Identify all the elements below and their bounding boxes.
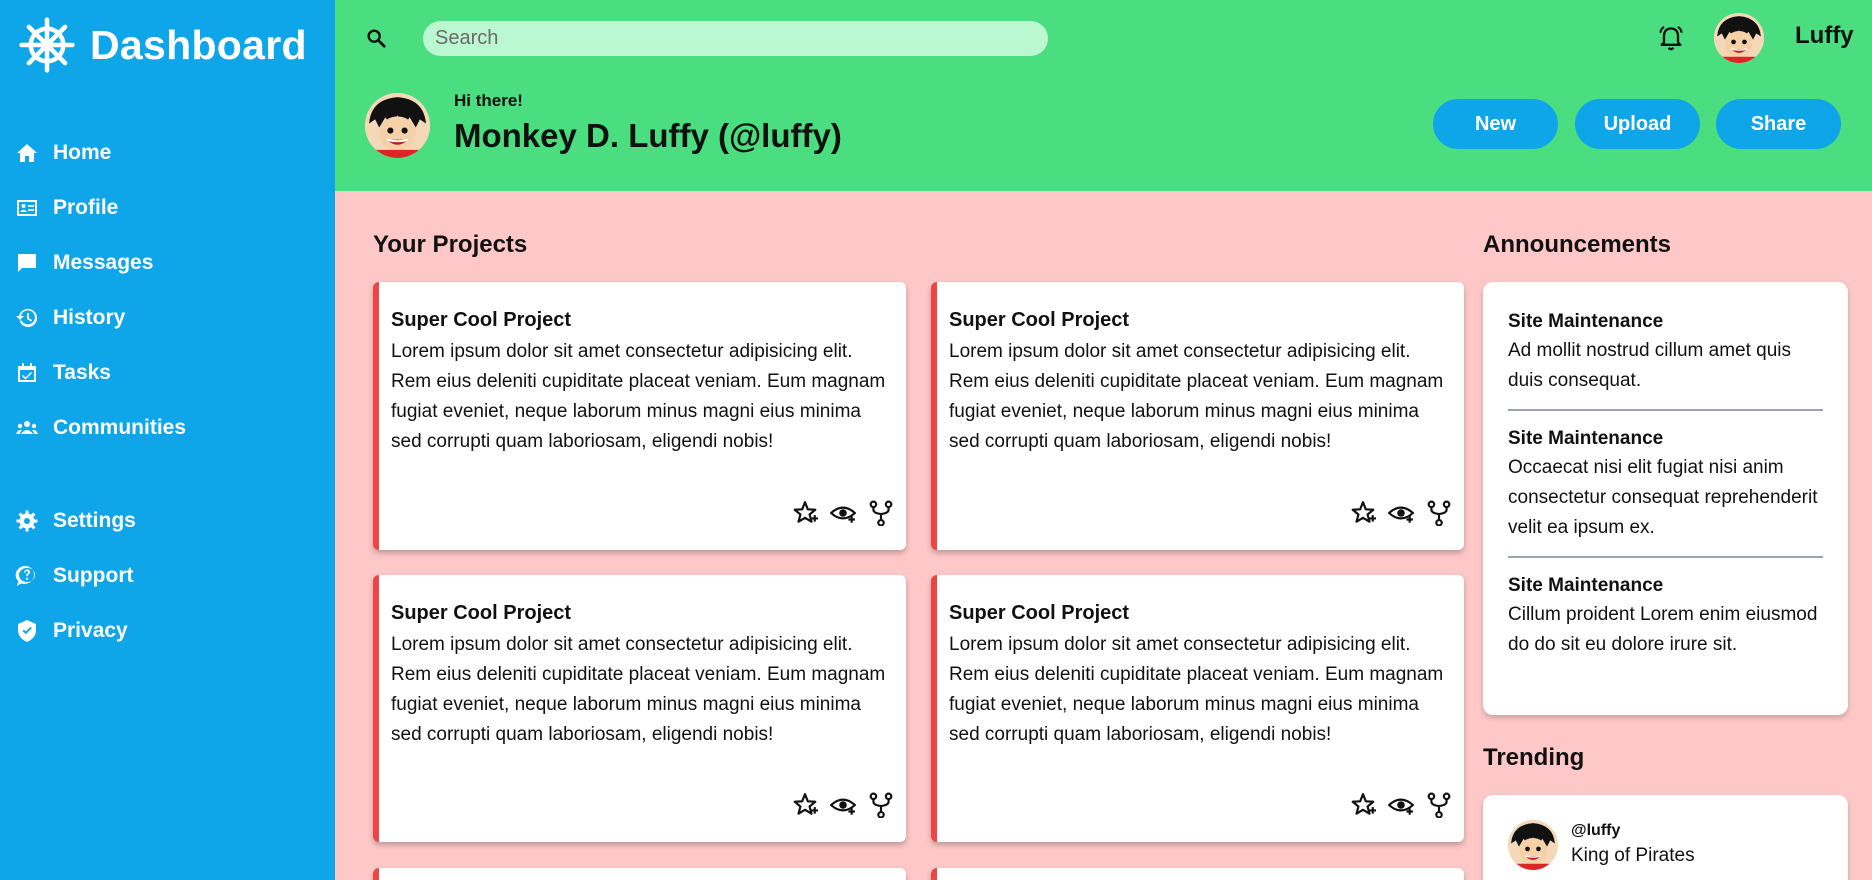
project-card[interactable]: Super Cool Project Lorem ipsum dolor sit… — [373, 575, 906, 842]
announcement-item[interactable]: Site Maintenance Cillum proident Lorem e… — [1508, 572, 1823, 660]
star-add-icon[interactable] — [792, 792, 818, 818]
star-add-icon[interactable] — [1350, 500, 1376, 526]
project-card[interactable] — [931, 868, 1464, 880]
sidebar-item-label: Tasks — [53, 360, 111, 384]
project-description: Lorem ipsum dolor sit amet consectetur a… — [949, 341, 1444, 452]
secondary-nav: Settings Support Privacy — [15, 493, 136, 658]
ship-wheel-icon — [19, 17, 75, 73]
announcement-title: Site Maintenance — [1508, 575, 1664, 596]
trending-text: King of Pirates — [1571, 845, 1695, 866]
announcement-item[interactable]: Site Maintenance Occaecat nisi elit fugi… — [1508, 425, 1823, 543]
sidebar-item-history[interactable]: History — [15, 290, 186, 345]
announcement-text: Occaecat nisi elit fugiat nisi anim cons… — [1508, 457, 1818, 538]
trending-avatar — [1508, 820, 1558, 870]
search-input[interactable] — [423, 21, 1048, 56]
sidebar-item-support[interactable]: Support — [15, 548, 136, 603]
trending-card[interactable]: @luffy King of Pirates — [1483, 795, 1848, 880]
announcements-heading: Announcements — [1483, 231, 1672, 258]
header-avatar[interactable] — [1714, 13, 1764, 63]
project-description: Lorem ipsum dolor sit amet consectetur a… — [949, 634, 1444, 745]
sidebar-item-home[interactable]: Home — [15, 125, 186, 180]
sidebar-item-privacy[interactable]: Privacy — [15, 603, 136, 658]
announcement-title: Site Maintenance — [1508, 311, 1664, 332]
sidebar-item-communities[interactable]: Communities — [15, 400, 186, 455]
sidebar-item-label: Profile — [53, 195, 119, 219]
main-nav: Home Profile Messages History Tasks Comm… — [15, 125, 186, 455]
watch-icon[interactable] — [830, 792, 856, 818]
project-actions — [1350, 500, 1452, 526]
fork-icon[interactable] — [868, 792, 894, 818]
sidebar: Dashboard Home Profile Messages History … — [0, 0, 335, 880]
project-actions — [792, 500, 894, 526]
announcement-title: Site Maintenance — [1508, 428, 1664, 449]
bell-icon[interactable] — [1657, 25, 1685, 53]
fork-icon[interactable] — [1426, 792, 1452, 818]
project-actions — [792, 792, 894, 818]
sidebar-item-profile[interactable]: Profile — [15, 180, 186, 235]
announcements-card: Site Maintenance Ad mollit nostrud cillu… — [1483, 282, 1848, 715]
project-actions — [1350, 792, 1452, 818]
project-title: Super Cool Project — [391, 309, 572, 331]
trending-heading: Trending — [1483, 744, 1585, 771]
sidebar-item-label: Privacy — [53, 618, 128, 642]
watch-icon[interactable] — [1388, 500, 1414, 526]
header: Luffy Hi there! Monkey D. Luffy (@luffy)… — [335, 0, 1872, 191]
watch-icon[interactable] — [830, 500, 856, 526]
announcement-text: Cillum proident Lorem enim eiusmod do do… — [1508, 604, 1818, 655]
group-icon — [16, 420, 38, 434]
brand[interactable]: Dashboard — [18, 17, 307, 73]
sidebar-item-label: Messages — [53, 250, 154, 274]
new-button[interactable]: New — [1433, 99, 1558, 149]
sidebar-item-tasks[interactable]: Tasks — [15, 345, 186, 400]
calendar-check-icon — [18, 362, 36, 382]
id-card-icon — [17, 199, 37, 216]
project-title: Super Cool Project — [949, 602, 1130, 624]
brand-title: Dashboard — [90, 21, 307, 68]
home-icon — [17, 143, 37, 162]
sidebar-item-label: History — [53, 305, 126, 329]
fork-icon[interactable] — [868, 500, 894, 526]
shield-icon — [18, 619, 36, 642]
sidebar-item-label: Support — [53, 563, 134, 587]
gear-icon — [16, 510, 38, 531]
project-description: Lorem ipsum dolor sit amet consectetur a… — [391, 341, 886, 452]
divider — [1508, 556, 1823, 558]
sidebar-item-label: Settings — [53, 508, 136, 532]
profile-avatar — [365, 93, 430, 158]
announcement-item[interactable]: Site Maintenance Ad mollit nostrud cillu… — [1508, 308, 1823, 396]
help-icon — [15, 565, 35, 586]
share-button[interactable]: Share — [1716, 99, 1841, 149]
history-icon — [16, 308, 38, 327]
sidebar-item-messages[interactable]: Messages — [15, 235, 186, 290]
divider — [1508, 409, 1823, 411]
fork-icon[interactable] — [1426, 500, 1452, 526]
watch-icon[interactable] — [1388, 792, 1414, 818]
announcement-text: Ad mollit nostrud cillum amet quis duis … — [1508, 340, 1791, 391]
greeting: Hi there! — [454, 91, 523, 110]
project-card[interactable] — [373, 868, 906, 880]
star-add-icon[interactable] — [1350, 792, 1376, 818]
profile-name: Monkey D. Luffy (@luffy) — [454, 117, 842, 154]
project-title: Super Cool Project — [949, 309, 1130, 331]
projects-heading: Your Projects — [373, 231, 528, 258]
project-card[interactable]: Super Cool Project Lorem ipsum dolor sit… — [931, 282, 1464, 550]
message-icon — [18, 253, 36, 272]
project-card[interactable]: Super Cool Project Lorem ipsum dolor sit… — [373, 282, 906, 550]
user-name[interactable]: Luffy — [1795, 22, 1854, 50]
project-card[interactable]: Super Cool Project Lorem ipsum dolor sit… — [931, 575, 1464, 842]
sidebar-item-label: Home — [53, 140, 112, 164]
trending-handle: @luffy — [1571, 822, 1621, 839]
sidebar-item-settings[interactable]: Settings — [15, 493, 136, 548]
upload-button[interactable]: Upload — [1575, 99, 1700, 149]
project-description: Lorem ipsum dolor sit amet consectetur a… — [391, 634, 886, 745]
star-add-icon[interactable] — [792, 500, 818, 526]
search-icon[interactable] — [365, 27, 387, 49]
project-title: Super Cool Project — [391, 602, 572, 624]
sidebar-item-label: Communities — [53, 415, 187, 439]
